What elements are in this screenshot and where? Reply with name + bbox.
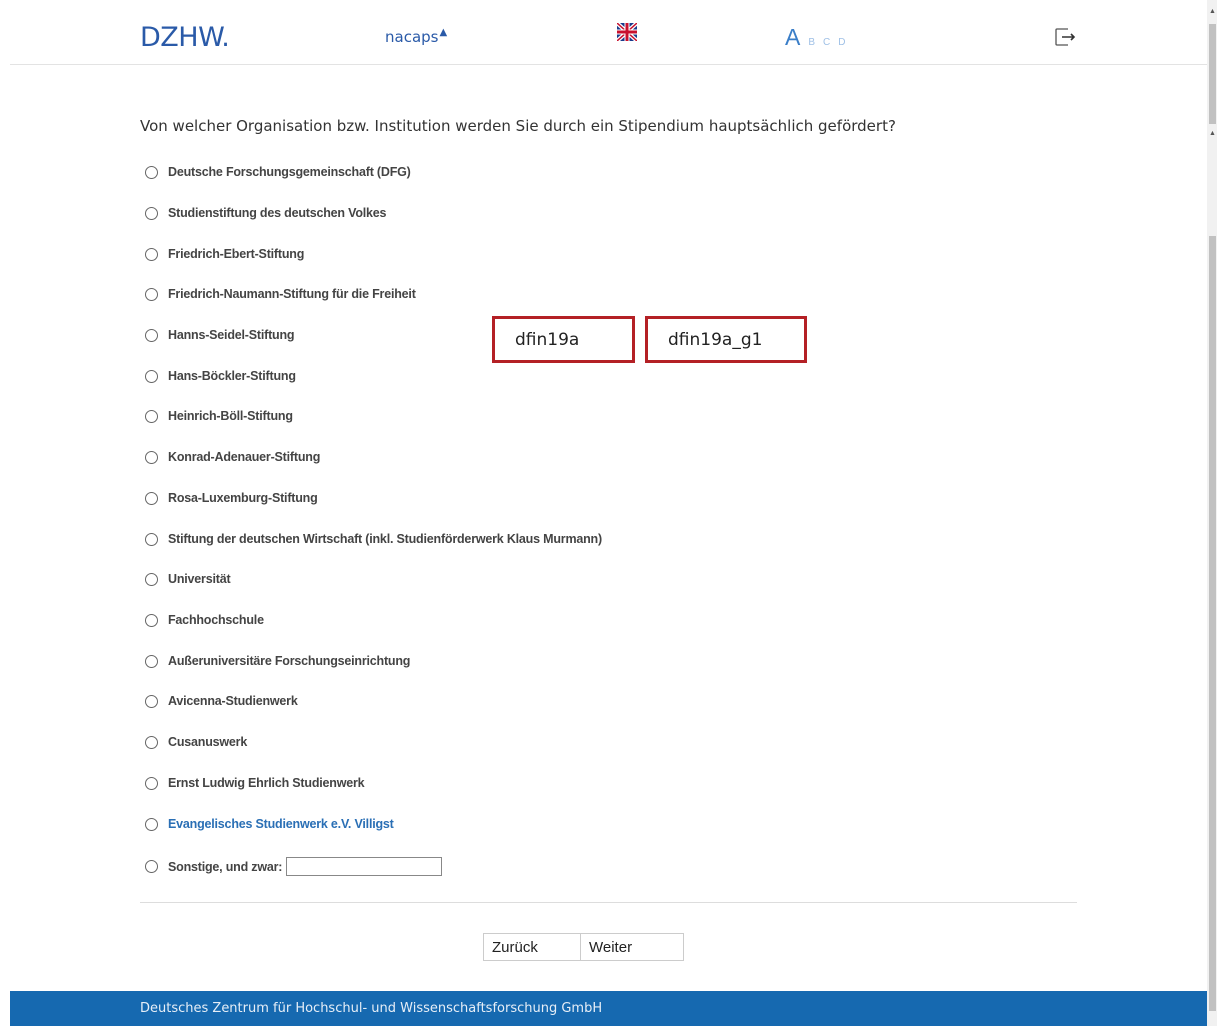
- option-heinrich-boell[interactable]: Heinrich-Böll-Stiftung: [145, 409, 293, 423]
- radio-button[interactable]: [145, 491, 158, 505]
- scroll-down-icon[interactable]: ▲: [1209, 130, 1216, 137]
- question-text: Von welcher Organisation bzw. Institutio…: [140, 117, 896, 135]
- nacaps-logo: nacaps▲: [385, 27, 448, 46]
- radio-button[interactable]: [145, 206, 158, 220]
- radio-button[interactable]: [145, 247, 158, 261]
- back-button[interactable]: Zurück: [483, 933, 581, 961]
- font-size-selector: ABCD: [785, 24, 853, 51]
- radio-button[interactable]: [145, 450, 158, 464]
- navigation-buttons: Zurück Weiter: [483, 933, 684, 961]
- option-label: Hans-Böckler-Stiftung: [168, 369, 296, 383]
- variable-annotation-box: dfin19a_g1: [645, 316, 807, 363]
- option-label: Hanns-Seidel-Stiftung: [168, 328, 295, 342]
- radio-button[interactable]: [145, 532, 158, 546]
- radio-button[interactable]: [145, 165, 158, 179]
- font-size-b[interactable]: B: [808, 37, 815, 48]
- radio-button[interactable]: [145, 694, 158, 708]
- radio-button[interactable]: [145, 776, 158, 790]
- graduation-cap-icon: ▲: [439, 27, 448, 38]
- radio-button[interactable]: [145, 860, 158, 873]
- option-label: Heinrich-Böll-Stiftung: [168, 409, 293, 423]
- option-label: Studienstiftung des deutschen Volkes: [168, 206, 387, 220]
- option-evangelisches-studienwerk[interactable]: Evangelisches Studienwerk e.V. Villigst: [145, 817, 394, 831]
- option-label: Stiftung der deutschen Wirtschaft (inkl.…: [168, 532, 602, 546]
- option-konrad-adenauer[interactable]: Konrad-Adenauer-Stiftung: [145, 450, 320, 464]
- option-avicenna[interactable]: Avicenna-Studienwerk: [145, 694, 298, 708]
- font-size-d[interactable]: D: [838, 37, 845, 48]
- radio-button[interactable]: [145, 654, 158, 668]
- option-label: Außeruniversitäre Forschungseinrichtung: [168, 654, 411, 668]
- scrollbar-thumb-lower[interactable]: [1209, 236, 1216, 1011]
- next-button[interactable]: Weiter: [580, 933, 684, 961]
- font-size-a[interactable]: A: [785, 24, 800, 50]
- footer: Deutsches Zentrum für Hochschul- und Wis…: [10, 991, 1207, 1026]
- radio-button[interactable]: [145, 287, 158, 301]
- option-dfg[interactable]: Deutsche Forschungsgemeinschaft (DFG): [145, 165, 411, 179]
- option-sonstige[interactable]: Sonstige, und zwar:: [145, 857, 443, 876]
- footer-text: Deutsches Zentrum für Hochschul- und Wis…: [140, 1001, 603, 1016]
- option-ernst-ludwig-ehrlich[interactable]: Ernst Ludwig Ehrlich Studienwerk: [145, 776, 365, 790]
- radio-button[interactable]: [145, 817, 158, 831]
- option-label: Universität: [168, 572, 231, 586]
- divider: [140, 902, 1077, 903]
- radio-button[interactable]: [145, 735, 158, 749]
- option-ausseruniversitaer[interactable]: Außeruniversitäre Forschungseinrichtung: [145, 654, 410, 668]
- radio-button[interactable]: [145, 409, 158, 423]
- radio-button[interactable]: [145, 572, 158, 586]
- option-label: Sonstige, und zwar:: [168, 859, 283, 874]
- option-label: Cusanuswerk: [168, 735, 248, 749]
- option-hans-boeckler[interactable]: Hans-Böckler-Stiftung: [145, 369, 296, 383]
- radio-button[interactable]: [145, 369, 158, 383]
- option-stiftung-wirtschaft[interactable]: Stiftung der deutschen Wirtschaft (inkl.…: [145, 532, 602, 546]
- option-cusanuswerk[interactable]: Cusanuswerk: [145, 735, 247, 749]
- option-label: Deutsche Forschungsgemeinschaft (DFG): [168, 165, 411, 179]
- option-label: Friedrich-Ebert-Stiftung: [168, 247, 305, 261]
- option-label: Evangelisches Studienwerk e.V. Villigst: [168, 817, 394, 831]
- option-studienstiftung[interactable]: Studienstiftung des deutschen Volkes: [145, 206, 386, 220]
- option-label: Avicenna-Studienwerk: [168, 694, 298, 708]
- uk-flag-icon[interactable]: [617, 23, 637, 41]
- radio-button[interactable]: [145, 328, 158, 342]
- logout-icon[interactable]: [1054, 27, 1076, 47]
- option-label: Rosa-Luxemburg-Stiftung: [168, 491, 318, 505]
- option-rosa-luxemburg[interactable]: Rosa-Luxemburg-Stiftung: [145, 491, 318, 505]
- scrollbar-thumb[interactable]: [1209, 24, 1216, 124]
- option-fachhochschule[interactable]: Fachhochschule: [145, 613, 264, 627]
- font-size-c[interactable]: C: [823, 37, 830, 48]
- option-friedrich-ebert[interactable]: Friedrich-Ebert-Stiftung: [145, 247, 304, 261]
- option-label: Ernst Ludwig Ehrlich Studienwerk: [168, 776, 365, 790]
- dzhw-logo: DZHW.: [140, 22, 230, 53]
- scroll-up-icon[interactable]: ▲: [1209, 8, 1216, 15]
- variable-annotation-box: dfin19a: [492, 316, 635, 363]
- option-friedrich-naumann[interactable]: Friedrich-Naumann-Stiftung für die Freih…: [145, 287, 416, 301]
- other-text-input[interactable]: [286, 857, 443, 876]
- option-hanns-seidel[interactable]: Hanns-Seidel-Stiftung: [145, 328, 295, 342]
- option-universitaet[interactable]: Universität: [145, 572, 231, 586]
- radio-button[interactable]: [145, 613, 158, 627]
- nacaps-logo-text: nacaps: [385, 28, 439, 46]
- option-label: Konrad-Adenauer-Stiftung: [168, 450, 321, 464]
- option-label: Friedrich-Naumann-Stiftung für die Freih…: [168, 287, 416, 301]
- option-label: Fachhochschule: [168, 613, 264, 627]
